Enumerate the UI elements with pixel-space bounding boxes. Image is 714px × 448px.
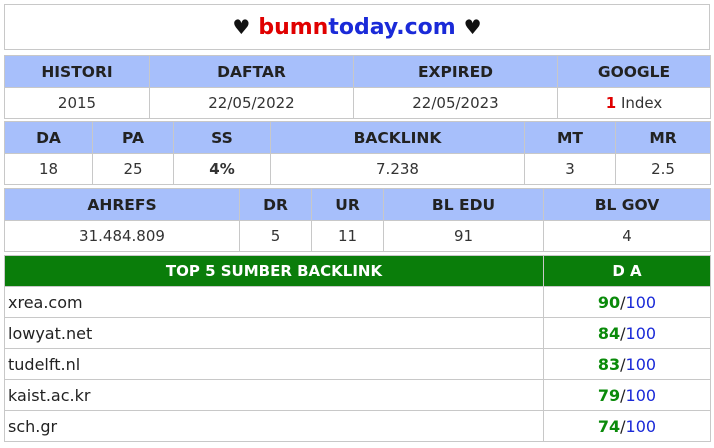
ahrefs-table: AHREFS DR UR BL EDU BL GOV 31.484.809 5 … [4, 188, 711, 252]
google-index-count: 1 [605, 94, 617, 112]
da-score-value: 74 [597, 416, 621, 436]
backlink-site[interactable]: kaist.ac.kr [4, 379, 544, 411]
table-row: kaist.ac.kr 79/100 [4, 379, 711, 411]
da-score-value: 79 [597, 385, 621, 405]
header-pa: PA [92, 121, 174, 154]
header-google: GOOGLE [557, 55, 711, 88]
heart-icon-right: ♥ [463, 15, 482, 39]
backlink-site[interactable]: xrea.com [4, 286, 544, 318]
ahrefs-value-row: 31.484.809 5 11 91 4 [4, 220, 711, 252]
domain-info-table: HISTORI DAFTAR EXPIRED GOOGLE 2015 22/05… [4, 55, 711, 119]
da-max-value: 100 [625, 385, 657, 405]
value-ahrefs: 31.484.809 [4, 220, 240, 252]
backlink-da-score: 79/100 [543, 379, 711, 411]
header-mr: MR [615, 121, 711, 154]
da-score-value: 90 [597, 292, 621, 312]
da-max-value: 100 [625, 323, 657, 343]
header-expired: EXPIRED [353, 55, 558, 88]
backlink-site[interactable]: sch.gr [4, 410, 544, 442]
header-backlink: BACKLINK [270, 121, 525, 154]
backlink-site[interactable]: tudelft.nl [4, 348, 544, 380]
header-bl-edu: BL EDU [383, 188, 544, 221]
value-pa: 25 [92, 153, 174, 185]
table-row: xrea.com 90/100 [4, 286, 711, 318]
domain-part-bumn: bumn [258, 14, 329, 40]
value-dr: 5 [239, 220, 312, 252]
value-ur: 11 [311, 220, 384, 252]
value-bl-gov: 4 [543, 220, 711, 252]
value-mt: 3 [524, 153, 616, 185]
metrics-table: DA PA SS BACKLINK MT MR 18 25 4% 7.238 3… [4, 121, 711, 185]
header-daftar: DAFTAR [149, 55, 354, 88]
backlink-da-score: 84/100 [543, 317, 711, 349]
google-index-label: Index [620, 94, 663, 112]
da-max-value: 100 [625, 292, 657, 312]
header-histori: HISTORI [4, 55, 150, 88]
da-max-value: 100 [625, 354, 657, 374]
value-google: 1 Index [557, 87, 711, 119]
heart-icon-left: ♥ [232, 15, 251, 39]
top-backlinks-header-row: TOP 5 SUMBER BACKLINK D A [4, 255, 711, 287]
metrics-header-row: DA PA SS BACKLINK MT MR [4, 121, 711, 154]
backlink-da-score: 83/100 [543, 348, 711, 380]
header-bl-gov: BL GOV [543, 188, 711, 221]
header-ahrefs: AHREFS [4, 188, 240, 221]
domain-info-header-row: HISTORI DAFTAR EXPIRED GOOGLE [4, 55, 711, 88]
header-backlink-da: D A [543, 255, 711, 287]
da-max-value: 100 [625, 416, 657, 436]
header-top-backlink-source: TOP 5 SUMBER BACKLINK [4, 255, 544, 287]
table-row: tudelft.nl 83/100 [4, 348, 711, 380]
header-dr: DR [239, 188, 312, 221]
value-bl-edu: 91 [383, 220, 544, 252]
ahrefs-header-row: AHREFS DR UR BL EDU BL GOV [4, 188, 711, 221]
header-da: DA [4, 121, 93, 154]
header-mt: MT [524, 121, 616, 154]
value-da: 18 [4, 153, 93, 185]
table-row: sch.gr 74/100 [4, 410, 711, 442]
value-backlink: 7.238 [270, 153, 525, 185]
backlink-site[interactable]: lowyat.net [4, 317, 544, 349]
value-expired: 22/05/2023 [353, 87, 558, 119]
value-daftar: 22/05/2022 [149, 87, 354, 119]
value-histori: 2015 [4, 87, 150, 119]
metrics-value-row: 18 25 4% 7.238 3 2.5 [4, 153, 711, 185]
value-mr: 2.5 [615, 153, 711, 185]
da-score-value: 83 [597, 354, 621, 374]
top-backlinks-table: TOP 5 SUMBER BACKLINK D A xrea.com 90/100… [4, 255, 711, 442]
header-ur: UR [311, 188, 384, 221]
domain-info-value-row: 2015 22/05/2022 22/05/2023 1 Index [4, 87, 711, 119]
table-row: lowyat.net 84/100 [4, 317, 711, 349]
backlink-da-score: 74/100 [543, 410, 711, 442]
domain-name[interactable]: bumntoday.com [258, 15, 455, 40]
value-ss: 4% [173, 153, 271, 185]
domain-part-today: today.com [328, 14, 456, 40]
site-title: ♥ bumntoday.com ♥ [4, 4, 710, 50]
backlink-da-score: 90/100 [543, 286, 711, 318]
header-ss: SS [173, 121, 271, 154]
da-score-value: 84 [597, 323, 621, 343]
